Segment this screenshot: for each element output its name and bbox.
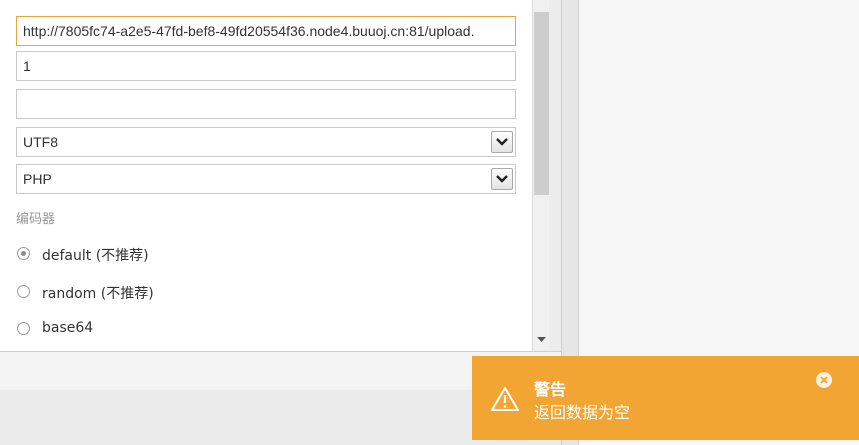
radio-label-default: default (不推荐) [42,248,149,264]
encoding-dropdown-button[interactable] [491,131,513,153]
close-button[interactable] [816,372,832,388]
type-select[interactable]: PHP [16,164,516,194]
toast-message: 返回数据为空 [534,403,631,422]
note-input[interactable] [16,89,516,119]
radio-base64[interactable] [17,322,30,335]
radio-random[interactable] [17,285,30,298]
warning-toast: 警告 返回数据为空 [472,356,859,440]
type-select-value: PHP [23,171,52,187]
scroll-down-arrow-icon[interactable] [537,337,546,343]
radio-default[interactable] [17,247,30,260]
type-dropdown-button[interactable] [491,168,513,190]
radio-label-base64: base64 [42,320,94,336]
toast-title: 警告 [534,380,567,399]
chevron-down-icon [496,138,508,146]
warning-icon [491,387,519,411]
chevron-down-icon [496,175,508,183]
close-icon [820,376,828,384]
encoding-select-value: UTF8 [23,134,58,150]
scrollbar-thumb[interactable] [534,12,549,195]
encoder-section-label: 编码器 [16,212,56,227]
form-scrollbar[interactable] [532,0,550,351]
encoding-select[interactable]: UTF8 [16,127,516,157]
radio-label-random: random (不推荐) [42,286,154,302]
form-panel: http://7805fc74-a2e5-47fd-bef8-49fd20554… [0,0,533,351]
password-input[interactable]: 1 [16,51,516,81]
url-input[interactable]: http://7805fc74-a2e5-47fd-bef8-49fd20554… [16,16,516,46]
